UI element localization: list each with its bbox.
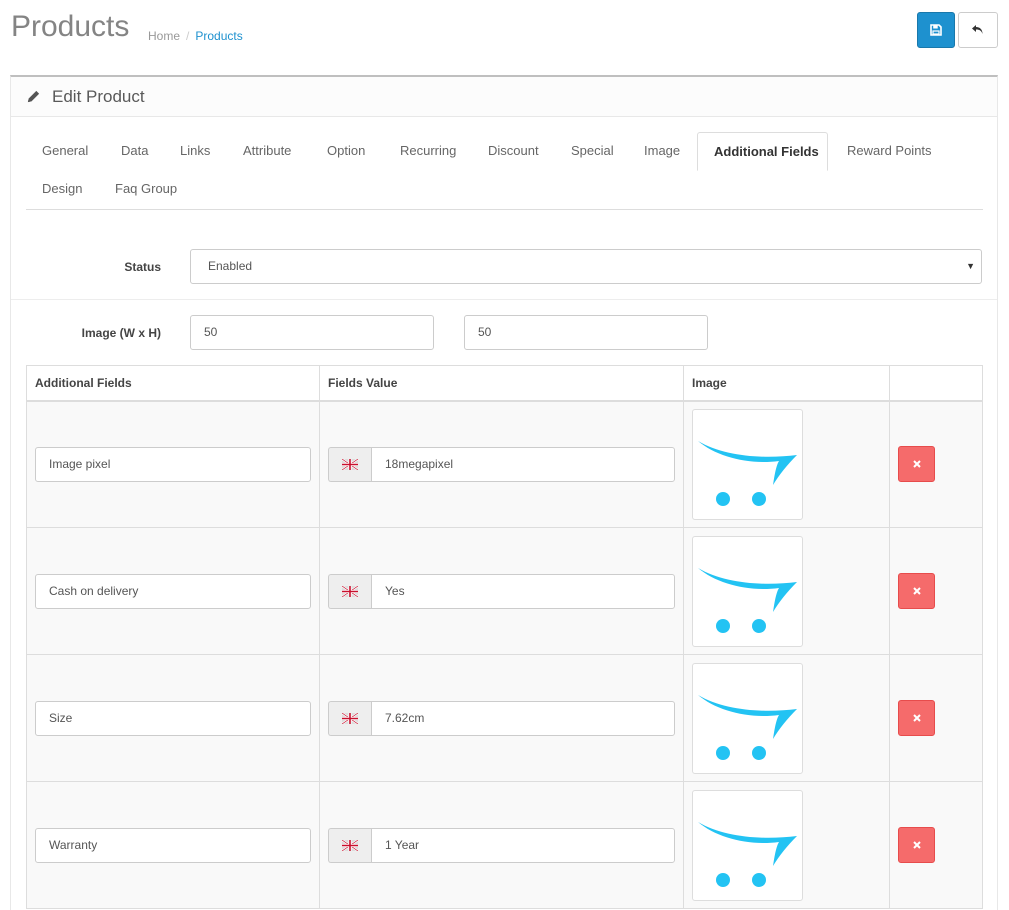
- status-selected-value: Enabled: [208, 259, 253, 273]
- edit-product-panel: Edit Product General Data Links Attribut…: [10, 75, 998, 910]
- field-value-input[interactable]: Yes: [371, 573, 675, 609]
- image-cell: [682, 781, 891, 909]
- field-value-cell: 7.62cm: [319, 654, 684, 782]
- uk-flag-icon: [328, 446, 371, 482]
- field-name-input[interactable]: Image pixel: [35, 446, 311, 482]
- field-name-cell: Warranty: [26, 781, 320, 909]
- field-value-group: Yes: [328, 573, 675, 609]
- field-value-group: 18megapixel: [328, 446, 675, 482]
- field-name-input[interactable]: Cash on delivery: [35, 573, 311, 609]
- table-header-row: Additional Fields Fields Value Image: [26, 365, 983, 402]
- opencart-cart-icon: [697, 568, 797, 633]
- close-icon: [913, 587, 921, 595]
- tab-special[interactable]: Special: [555, 132, 630, 170]
- table-row: Cash on delivery Yes: [26, 527, 983, 655]
- tab-recurring[interactable]: Recurring: [384, 132, 472, 170]
- image-thumbnail[interactable]: [692, 789, 803, 901]
- field-name-cell: Size: [26, 654, 320, 782]
- image-height-input[interactable]: 50: [464, 315, 708, 350]
- action-cell: [889, 781, 983, 909]
- image-thumbnail[interactable]: [692, 535, 803, 647]
- image-width-input[interactable]: 50: [190, 315, 434, 350]
- remove-row-button[interactable]: [898, 573, 936, 609]
- tab-design[interactable]: Design: [26, 170, 98, 208]
- breadcrumb-separator: /: [186, 29, 190, 43]
- tab-data[interactable]: Data: [105, 132, 164, 170]
- image-cell: [682, 527, 891, 655]
- additional-fields-table: Additional Fields Fields Value Image Ima…: [26, 365, 983, 909]
- column-header-action: [889, 365, 983, 402]
- tab-image[interactable]: Image: [628, 132, 696, 170]
- column-header-additional-fields: Additional Fields: [26, 365, 320, 402]
- action-cell: [889, 527, 983, 655]
- tab-bar: General Data Links Attribute Option Recu…: [26, 132, 983, 210]
- column-header-fields-value: Fields Value: [319, 365, 684, 402]
- chevron-down-icon: ▼: [966, 261, 975, 271]
- page-title: Products: [11, 10, 130, 43]
- field-value-cell: 18megapixel: [319, 400, 684, 528]
- field-name-cell: Cash on delivery: [26, 527, 320, 655]
- action-cell: [889, 400, 983, 528]
- tab-faq-group[interactable]: Faq Group: [99, 170, 193, 208]
- panel-title: Edit Product: [52, 87, 145, 106]
- remove-row-button[interactable]: [898, 700, 936, 736]
- close-icon: [913, 714, 921, 722]
- table-row: Warranty 1 Year: [26, 781, 983, 909]
- uk-flag-icon: [328, 827, 371, 863]
- breadcrumb-home[interactable]: Home: [148, 29, 180, 43]
- table-row: Image pixel 18megapixel: [26, 400, 983, 528]
- status-label: Status: [124, 260, 161, 274]
- status-select[interactable]: Enabled ▼: [190, 249, 982, 284]
- panel-heading: Edit Product: [11, 77, 997, 117]
- remove-row-button[interactable]: [898, 446, 936, 483]
- field-value-input[interactable]: 18megapixel: [371, 446, 675, 482]
- field-value-cell: Yes: [319, 527, 684, 655]
- pencil-icon: [27, 90, 40, 103]
- tab-attribute[interactable]: Attribute: [227, 132, 307, 170]
- action-cell: [889, 654, 983, 782]
- table-row: Size 7.62cm: [26, 654, 983, 782]
- image-thumbnail[interactable]: [692, 408, 803, 520]
- breadcrumb: Home / Products: [148, 29, 243, 43]
- image-cell: [682, 400, 891, 528]
- tab-option[interactable]: Option: [311, 132, 381, 170]
- field-value-input[interactable]: 1 Year: [371, 827, 675, 863]
- reply-icon: [972, 25, 983, 34]
- field-name-input[interactable]: Warranty: [35, 827, 311, 863]
- save-button[interactable]: [917, 12, 955, 48]
- field-value-cell: 1 Year: [319, 781, 684, 909]
- tab-additional-fields[interactable]: Additional Fields: [697, 132, 828, 171]
- field-name-input[interactable]: Size: [35, 700, 311, 736]
- save-icon: [930, 24, 942, 36]
- image-cell: [682, 654, 891, 782]
- opencart-cart-icon: [697, 695, 797, 760]
- page-header: Products Home / Products: [0, 0, 1009, 76]
- status-row: Status Enabled ▼: [11, 249, 997, 300]
- close-icon: [913, 460, 921, 468]
- tab-discount[interactable]: Discount: [472, 132, 555, 170]
- breadcrumb-products[interactable]: Products: [195, 29, 242, 43]
- column-header-image: Image: [682, 365, 891, 402]
- opencart-cart-icon: [697, 441, 797, 507]
- field-value-group: 7.62cm: [328, 700, 675, 736]
- field-value-group: 1 Year: [328, 827, 675, 863]
- remove-row-button[interactable]: [898, 827, 936, 863]
- image-thumbnail[interactable]: [692, 662, 803, 774]
- opencart-cart-icon: [697, 822, 797, 887]
- uk-flag-icon: [328, 700, 371, 736]
- tab-links[interactable]: Links: [164, 132, 226, 170]
- tab-general[interactable]: General: [26, 132, 104, 170]
- field-value-input[interactable]: 7.62cm: [371, 700, 675, 736]
- back-button[interactable]: [958, 12, 998, 48]
- image-size-label: Image (W x H): [81, 326, 161, 340]
- close-icon: [913, 841, 921, 849]
- tab-reward-points[interactable]: Reward Points: [831, 132, 948, 170]
- field-name-cell: Image pixel: [26, 400, 320, 528]
- uk-flag-icon: [328, 573, 371, 609]
